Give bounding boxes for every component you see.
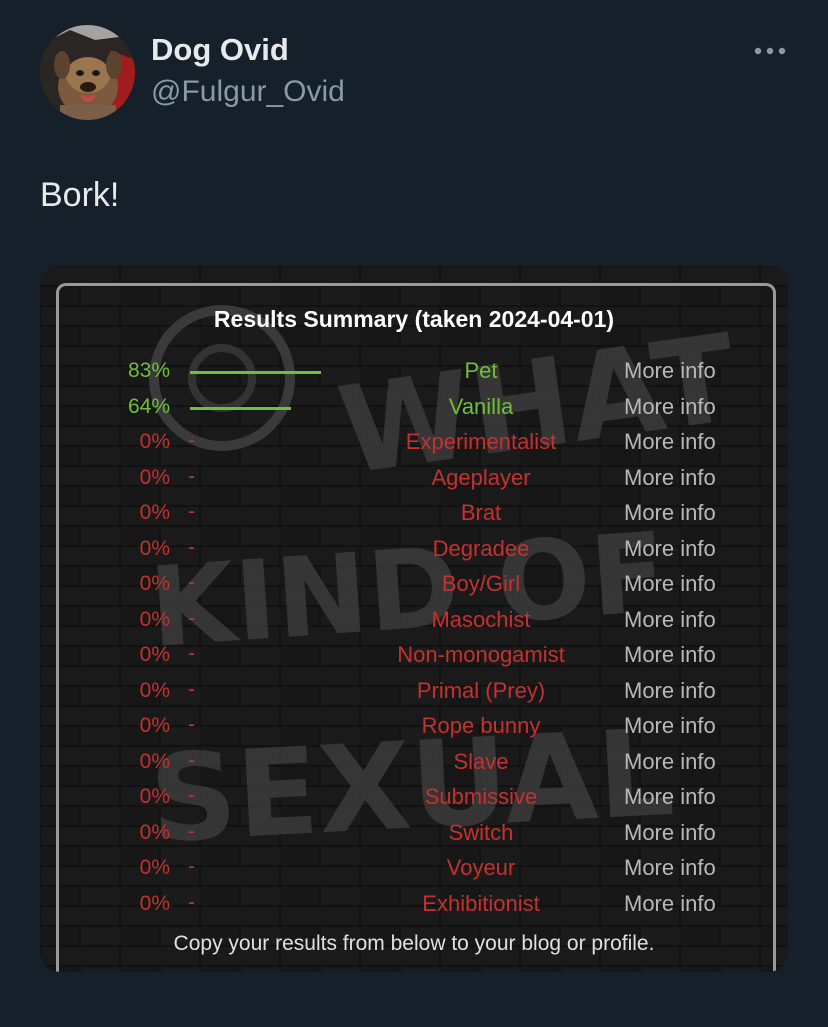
result-label[interactable]: Vanilla <box>340 394 622 420</box>
more-info-link[interactable]: More info <box>624 500 716 526</box>
result-zero-marker: - <box>188 571 195 594</box>
result-zero-marker: - <box>188 890 195 914</box>
result-zero-marker: - <box>188 642 195 665</box>
result-row: 0% - Degradee More info <box>40 533 788 568</box>
result-label[interactable]: Exhibitionist <box>340 891 622 917</box>
result-row: 0% - Non-monogamist More info <box>40 639 788 674</box>
results-title: Results Summary (taken 2024-04-01) <box>213 306 615 332</box>
handle[interactable]: @Fulgur_Ovid <box>151 75 345 109</box>
result-percent: 0% <box>139 430 170 453</box>
result-row: 0% - Submissive More info <box>40 781 788 816</box>
result-row: 0% - Slave More info <box>40 746 788 781</box>
result-zero-marker: - <box>188 784 195 807</box>
result-percent: 83% <box>127 359 170 382</box>
result-label[interactable]: Voyeur <box>340 855 622 881</box>
more-horizontal-icon <box>754 47 786 55</box>
result-label[interactable]: Masochist <box>340 607 622 633</box>
result-percent: 0% <box>139 607 170 631</box>
more-info-link[interactable]: More info <box>624 713 716 739</box>
display-name[interactable]: Dog Ovid <box>151 32 289 68</box>
tweet: Dog Ovid @Fulgur_Ovid Bork! WHAT KIND OF… <box>0 0 828 1027</box>
result-zero-marker: - <box>188 713 195 736</box>
result-percent: 0% <box>139 501 170 524</box>
result-percent: 0% <box>139 643 170 666</box>
result-row: 0% - Boy/Girl More info <box>40 568 788 603</box>
result-label[interactable]: Ageplayer <box>340 465 622 491</box>
more-info-link[interactable]: More info <box>624 642 716 668</box>
result-percent: 0% <box>139 572 170 595</box>
more-info-link[interactable]: More info <box>624 784 716 810</box>
result-percent: 0% <box>139 678 170 702</box>
result-zero-marker: - <box>188 429 195 452</box>
result-row: 0% - Experimentalist More info <box>40 426 788 461</box>
more-info-link[interactable]: More info <box>624 749 716 775</box>
more-info-link[interactable]: More info <box>624 429 716 455</box>
result-label[interactable]: Slave <box>340 749 622 775</box>
more-info-link[interactable]: More info <box>624 465 716 491</box>
result-percent: 64% <box>127 394 170 418</box>
more-info-link[interactable]: More info <box>624 607 716 633</box>
result-row: 0% - Brat More info <box>40 497 788 532</box>
result-row: 83% Pet More info <box>40 355 788 390</box>
result-percent: 0% <box>139 536 170 560</box>
result-zero-marker: - <box>188 606 195 630</box>
more-info-link[interactable]: More info <box>624 358 716 384</box>
result-bar <box>190 371 322 374</box>
more-info-link[interactable]: More info <box>624 536 716 562</box>
more-info-link[interactable]: More info <box>624 394 716 420</box>
result-percent: 0% <box>139 465 170 489</box>
result-percent: 0% <box>139 714 170 737</box>
result-row: 0% - Masochist More info <box>40 604 788 639</box>
result-zero-marker: - <box>188 855 195 878</box>
result-label[interactable]: Brat <box>340 500 622 526</box>
result-percent: 0% <box>139 820 170 844</box>
result-row: 0% - Rope bunny More info <box>40 710 788 745</box>
avatar[interactable] <box>40 25 135 120</box>
more-options-button[interactable] <box>750 36 790 66</box>
result-zero-marker: - <box>188 677 195 701</box>
more-info-link[interactable]: More info <box>624 891 716 917</box>
result-label[interactable]: Rope bunny <box>340 713 622 739</box>
tweet-text: Bork! <box>40 176 120 214</box>
dog-avatar-icon <box>40 25 135 120</box>
result-row: 0% - Voyeur More info <box>40 852 788 887</box>
result-label[interactable]: Degradee <box>340 536 622 562</box>
copy-instructions: Copy your results from below to your blo… <box>173 932 655 955</box>
result-row: 0% - Primal (Prey) More info <box>40 675 788 710</box>
result-label[interactable]: Submissive <box>340 784 622 810</box>
more-info-link[interactable]: More info <box>624 855 716 881</box>
result-percent: 0% <box>139 749 170 773</box>
result-label[interactable]: Experimentalist <box>340 429 622 455</box>
result-label[interactable]: Boy/Girl <box>340 571 622 597</box>
result-row: 0% - Exhibitionist More info <box>40 888 788 923</box>
result-zero-marker: - <box>188 464 195 488</box>
more-info-link[interactable]: More info <box>624 571 716 597</box>
result-percent: 0% <box>139 891 170 915</box>
result-label[interactable]: Pet <box>340 358 622 384</box>
result-zero-marker: - <box>188 819 195 843</box>
result-row: 64% Vanilla More info <box>40 391 788 426</box>
result-percent: 0% <box>139 856 170 879</box>
tweet-media-image[interactable]: WHAT KIND OF SEXUAL Results Summary (tak… <box>40 266 788 972</box>
result-row: 0% - Switch More info <box>40 817 788 852</box>
more-info-link[interactable]: More info <box>624 820 716 846</box>
result-row: 0% - Ageplayer More info <box>40 462 788 497</box>
result-label[interactable]: Non-monogamist <box>340 642 622 668</box>
result-zero-marker: - <box>188 500 195 523</box>
result-zero-marker: - <box>188 748 195 772</box>
result-bar <box>190 406 292 410</box>
result-zero-marker: - <box>188 535 195 559</box>
more-info-link[interactable]: More info <box>624 678 716 704</box>
result-label[interactable]: Switch <box>340 820 622 846</box>
result-percent: 0% <box>139 785 170 808</box>
result-label[interactable]: Primal (Prey) <box>340 678 622 704</box>
